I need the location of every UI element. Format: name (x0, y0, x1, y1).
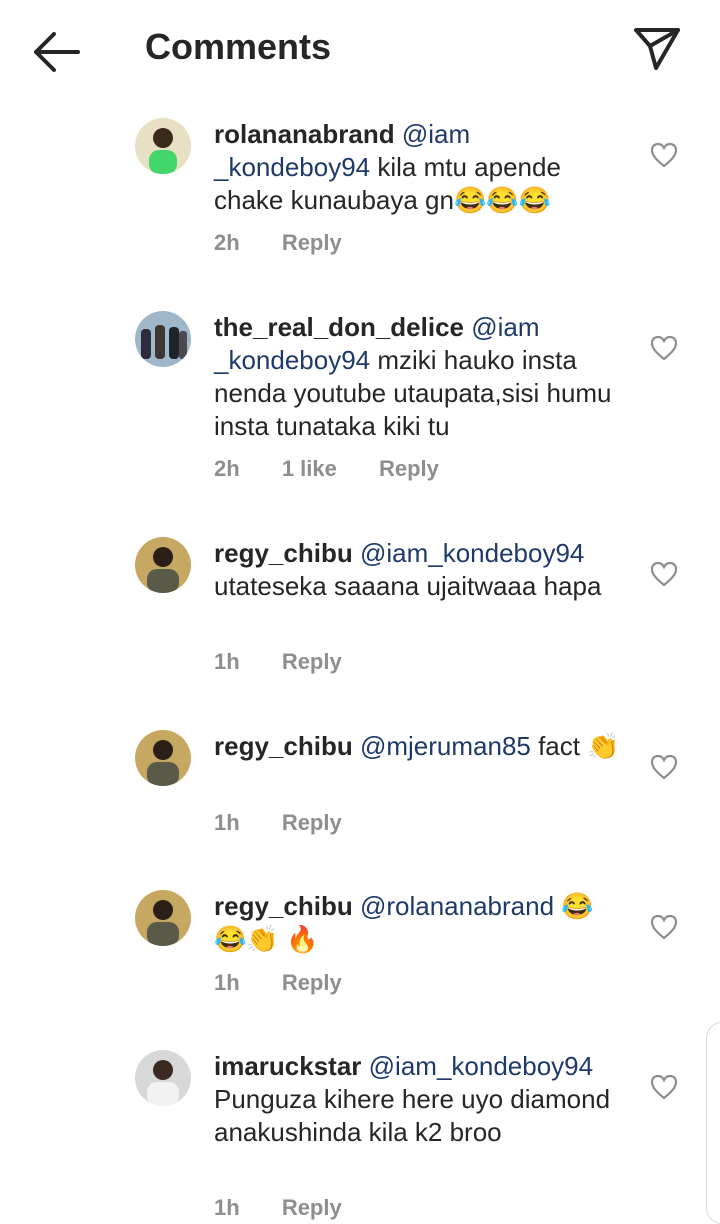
comment-text: regy_chibu @mjeruman85 fact 👏 (214, 730, 624, 763)
reply-button[interactable]: Reply (282, 230, 342, 256)
comment-text: rolananabrand @iam _kondeboy94 kila mtu … (214, 118, 624, 217)
avatar[interactable] (135, 537, 191, 593)
comment-text: imaruckstar @iam_kondeboy94 Punguza kihe… (214, 1050, 624, 1149)
arrow-left-icon[interactable] (30, 30, 82, 74)
comment-time: 1h (214, 970, 240, 995)
scroll-edge[interactable] (706, 1022, 720, 1224)
comment-time: 1h (214, 649, 240, 674)
avatar[interactable] (135, 118, 191, 174)
comment-mention[interactable]: @rolananabrand (360, 891, 554, 921)
comment-mention[interactable]: @mjeruman85 (360, 731, 531, 761)
page-title: Comments (145, 26, 332, 67)
heart-icon[interactable] (650, 1074, 678, 1100)
comment-mention[interactable]: @iam_kondeboy94 (360, 538, 584, 568)
reply-button[interactable]: Reply (282, 810, 342, 836)
heart-icon[interactable] (650, 142, 678, 168)
reply-button[interactable]: Reply (282, 1195, 342, 1221)
comment-username[interactable]: the_real_don_delice (214, 312, 464, 342)
avatar[interactable] (135, 311, 191, 367)
header: Comments (0, 0, 720, 100)
comment-meta: 1h Reply (214, 649, 378, 675)
comment-meta: 2h Reply (214, 230, 378, 256)
comment-meta: 1h Reply (214, 970, 378, 996)
avatar[interactable] (135, 890, 191, 946)
comment-body: utateseka saaana ujaitwaaa hapa (214, 571, 602, 601)
comment-text: the_real_don_delice @iam _kondeboy94 mzi… (214, 311, 624, 443)
comment-time: 2h (214, 456, 240, 481)
heart-icon[interactable] (650, 561, 678, 587)
avatar[interactable] (135, 1050, 191, 1106)
comment-time: 1h (214, 810, 240, 835)
avatar[interactable] (135, 730, 191, 786)
comment-meta: 1h Reply (214, 1195, 378, 1221)
reply-button[interactable]: Reply (379, 456, 439, 482)
heart-icon[interactable] (650, 335, 678, 361)
comment-body: fact 👏 (530, 731, 620, 761)
comment-username[interactable]: regy_chibu (214, 731, 353, 761)
comment-text: regy_chibu @iam_kondeboy94 utateseka saa… (214, 537, 624, 603)
heart-icon[interactable] (650, 754, 678, 780)
comment-body: Punguza kihere here uyo diamond anakushi… (214, 1084, 611, 1147)
comment-text: regy_chibu @rolananabrand 😂 😂👏 🔥 (214, 890, 624, 956)
comment-username[interactable]: regy_chibu (214, 891, 353, 921)
comment-mention[interactable]: @iam_kondeboy94 (369, 1051, 593, 1081)
comment-time: 1h (214, 1195, 240, 1220)
heart-icon[interactable] (650, 914, 678, 940)
comment-meta: 2h 1 like Reply (214, 456, 475, 482)
comment-username[interactable]: imaruckstar (214, 1051, 361, 1081)
comment-username[interactable]: regy_chibu (214, 538, 353, 568)
comment-time: 2h (214, 230, 240, 255)
reply-button[interactable]: Reply (282, 970, 342, 996)
comment-meta: 1h Reply (214, 810, 378, 836)
like-count[interactable]: 1 like (282, 456, 337, 482)
reply-button[interactable]: Reply (282, 649, 342, 675)
comment-username[interactable]: rolananabrand (214, 119, 395, 149)
send-icon[interactable] (630, 24, 682, 72)
